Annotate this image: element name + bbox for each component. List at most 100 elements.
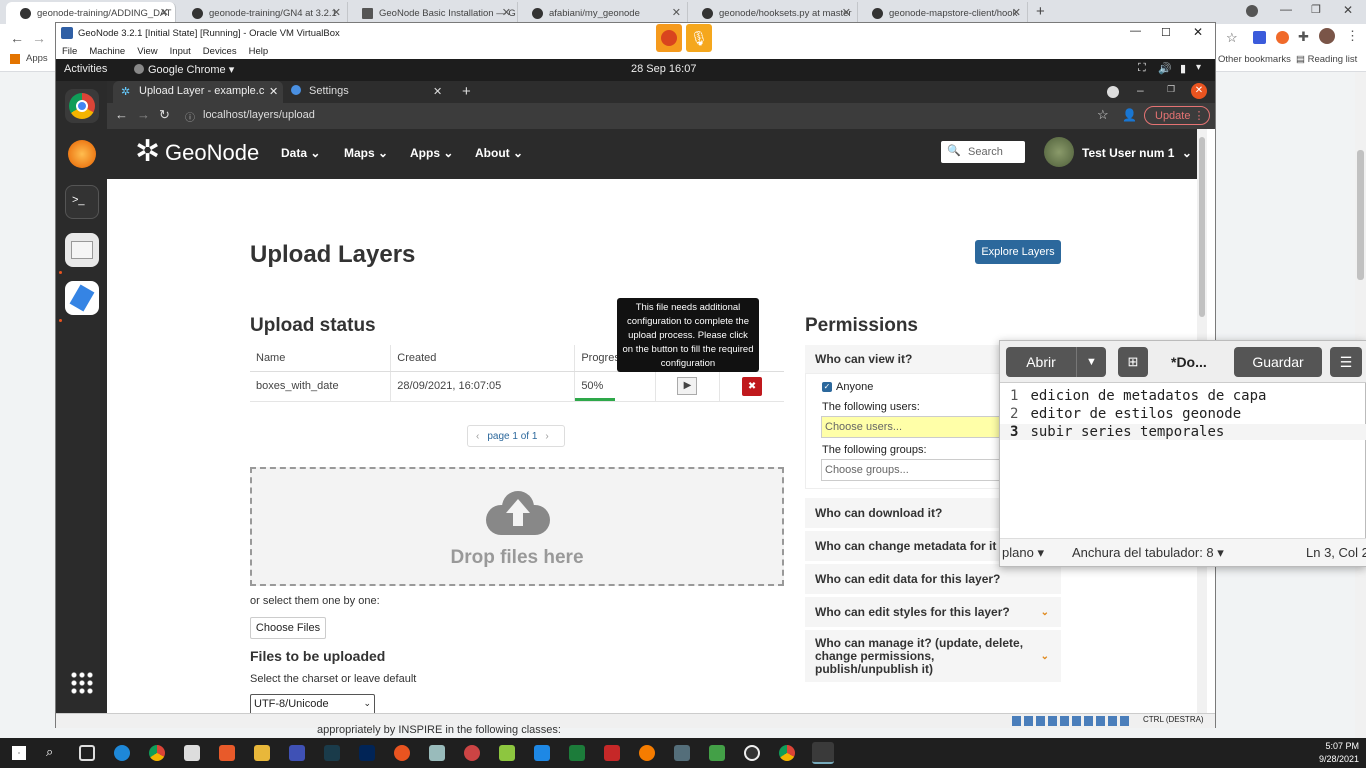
volume-icon[interactable]: 🔊 <box>1158 62 1172 75</box>
terminal-icon[interactable] <box>324 745 340 761</box>
vscode-icon[interactable] <box>534 745 550 761</box>
device-icons[interactable] <box>1012 716 1132 726</box>
windows-start-icon[interactable] <box>12 746 26 760</box>
apps-icon[interactable] <box>10 54 20 64</box>
geonode-logo-icon[interactable]: ✲ <box>135 137 160 167</box>
nav-data[interactable]: Data ⌄ <box>281 146 320 160</box>
firefox-icon[interactable] <box>65 137 99 171</box>
profile-icon[interactable]: 👤 <box>1122 108 1137 122</box>
chrome-icon[interactable] <box>149 745 165 761</box>
close-icon[interactable]: ✕ <box>1193 25 1203 39</box>
avatar[interactable] <box>1044 137 1074 167</box>
hamburger-menu-icon[interactable]: ☰ <box>1330 347 1362 377</box>
terminal-icon[interactable]: >_ <box>65 185 99 219</box>
chrome-icon[interactable] <box>779 745 795 761</box>
anyone-checkbox[interactable]: ✓ <box>822 382 832 392</box>
tab-search-icon[interactable] <box>1107 86 1119 98</box>
star-icon[interactable]: ☆ <box>1097 107 1109 123</box>
app-menu[interactable]: Google Chrome ▾ <box>134 63 234 76</box>
search-input[interactable]: 🔍 Search <box>941 141 1025 163</box>
virtualbox-icon[interactable] <box>812 742 834 764</box>
chevron-down-icon[interactable]: ▾ <box>1196 62 1201 73</box>
app-icon[interactable] <box>289 745 305 761</box>
app-icon[interactable] <box>464 745 480 761</box>
virtualbox-icon[interactable] <box>429 745 445 761</box>
minimize-icon[interactable]: – <box>1137 83 1144 97</box>
activities-button[interactable]: Activities <box>64 63 107 75</box>
guest-tab[interactable]: ✲ Upload Layer - example.c ✕ <box>113 81 283 103</box>
star-icon[interactable]: ☆ <box>1226 30 1238 46</box>
files-icon[interactable] <box>65 233 99 267</box>
nav-maps[interactable]: Maps ⌄ <box>344 146 388 160</box>
minimize-icon[interactable]: — <box>1130 25 1141 37</box>
chevron-down-icon[interactable]: ▼ <box>1076 347 1106 377</box>
language-selector[interactable]: plano ▾ <box>1002 545 1044 561</box>
close-icon[interactable]: ✕ <box>502 6 511 19</box>
search-icon[interactable]: ⌕ <box>46 744 53 760</box>
task-view-icon[interactable] <box>79 745 95 761</box>
next-page-icon[interactable]: › <box>537 431 556 442</box>
close-icon[interactable]: ✕ <box>332 6 341 19</box>
clock[interactable]: 28 Sep 16:07 <box>631 63 696 75</box>
forward-icon[interactable]: → <box>32 30 46 46</box>
close-icon[interactable]: ✕ <box>672 6 681 19</box>
menu-file[interactable]: File <box>62 46 77 57</box>
restore-icon[interactable]: ❐ <box>1311 3 1321 16</box>
host-tab[interactable]: GeoNode Basic Installation — G ✕ <box>348 2 518 24</box>
app-icon[interactable] <box>219 745 235 761</box>
close-window-icon[interactable]: ✕ <box>1191 83 1207 99</box>
file-explorer-icon[interactable] <box>254 745 270 761</box>
puzzle-icon[interactable]: ✚ <box>1298 29 1309 45</box>
qgis-icon[interactable] <box>499 745 515 761</box>
nav-about[interactable]: About ⌄ <box>475 146 523 160</box>
app-grid-icon[interactable] <box>70 671 94 695</box>
perm-manage[interactable]: Who can manage it? (update, delete, chan… <box>805 630 1061 682</box>
address-bar[interactable]: localhost/layers/upload <box>203 109 315 121</box>
app-icon[interactable] <box>709 745 725 761</box>
host-tab[interactable]: geonode-training/ADDING_DAT ✕ <box>6 2 176 24</box>
close-icon[interactable]: ✕ <box>269 85 278 98</box>
play-button[interactable]: ▶ <box>677 377 698 395</box>
profile-avatar[interactable] <box>1319 28 1335 44</box>
minimize-icon[interactable]: — <box>1280 2 1292 16</box>
charset-select[interactable]: UTF-8/Unicode ⌄ <box>250 694 375 713</box>
open-button[interactable]: Abrir <box>1006 347 1076 377</box>
ubuntu-icon[interactable] <box>394 745 410 761</box>
back-icon[interactable]: ← <box>115 107 128 122</box>
choose-files-button[interactable]: Choose Files <box>250 617 326 639</box>
network-icon[interactable]: ⛶ <box>1138 62 1146 75</box>
firefox-icon[interactable] <box>656 24 682 52</box>
close-icon[interactable]: ✕ <box>433 85 442 98</box>
restore-icon[interactable]: ❐ <box>1167 84 1175 95</box>
battery-icon[interactable]: ▮ <box>1180 62 1186 75</box>
guest-tab[interactable]: Settings ✕ <box>283 81 448 103</box>
host-tab[interactable]: geonode-mapstore-client/hook ✕ <box>858 2 1028 24</box>
groups-input[interactable]: Choose groups... <box>821 459 1006 481</box>
tab-search-icon[interactable] <box>1246 5 1258 17</box>
delete-button[interactable]: ✖ <box>742 376 763 396</box>
close-icon[interactable]: ✕ <box>160 6 169 19</box>
new-tab-icon[interactable]: + <box>1036 3 1045 20</box>
close-window-icon[interactable]: ✕ <box>1343 3 1353 17</box>
geonode-logo[interactable]: GeoNode <box>165 140 259 166</box>
close-icon[interactable]: ✕ <box>842 6 851 19</box>
forward-icon[interactable]: → <box>137 107 150 122</box>
menu-help[interactable]: Help <box>249 46 269 57</box>
extension-icon[interactable] <box>1276 31 1289 44</box>
microphone-icon[interactable]: 🎙 <box>686 24 712 52</box>
drop-zone[interactable]: Drop files here <box>250 467 784 586</box>
user-menu[interactable]: Test User num 1 ⌄ <box>1082 146 1192 160</box>
explore-layers-button[interactable]: Explore Layers <box>975 240 1061 264</box>
text-editor-icon[interactable] <box>65 281 99 315</box>
filezilla-icon[interactable] <box>604 745 620 761</box>
app-icon[interactable] <box>674 745 690 761</box>
menu-input[interactable]: Input <box>170 46 191 57</box>
scroll-thumb[interactable] <box>1357 150 1364 280</box>
notepad-icon[interactable] <box>569 745 585 761</box>
new-tab-icon[interactable]: + <box>462 83 471 100</box>
save-button[interactable]: Guardar <box>1234 347 1322 377</box>
menu-devices[interactable]: Devices <box>203 46 237 57</box>
host-tab[interactable]: geonode-training/GN4 at 3.2.1 ✕ <box>178 2 348 24</box>
menu-icon[interactable]: ⋮ <box>1346 28 1359 44</box>
close-icon[interactable]: ✕ <box>1012 6 1021 19</box>
